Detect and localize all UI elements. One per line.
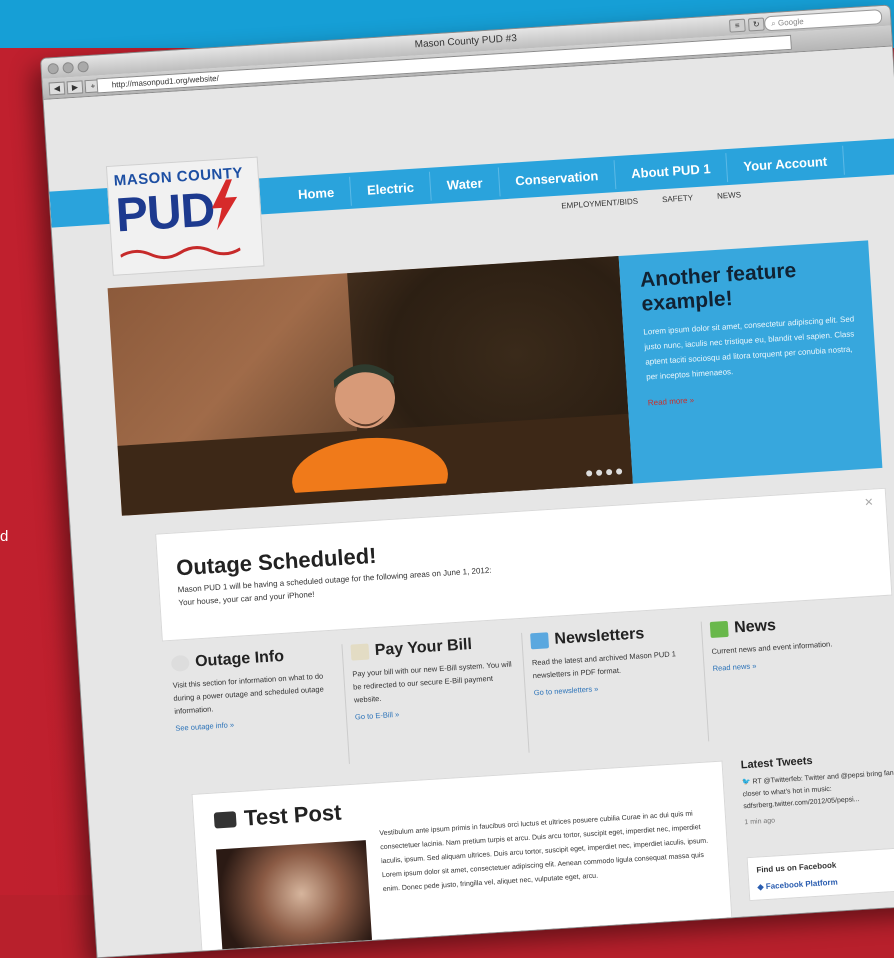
submenu-employment[interactable]: EMPLOYMENT/BIDS xyxy=(561,197,638,211)
newspaper-icon xyxy=(530,632,550,650)
logo-line2: PUD xyxy=(114,183,216,243)
pay-bill-title: Pay Your Bill xyxy=(374,636,473,660)
toolbar-icons: ≡ ↻ xyxy=(728,17,765,33)
post-body: Vestibulum ante ipsum primis in faucibus… xyxy=(379,810,709,894)
slide-dot-1[interactable] xyxy=(585,470,593,477)
worker-photo xyxy=(292,364,448,494)
feature-body: Lorem ipsum dolor sit amet, consectetur … xyxy=(643,314,855,382)
newsletters-title: Newsletters xyxy=(553,625,645,648)
menu-electric[interactable]: Electric xyxy=(350,171,432,206)
facebook-title: Find us on Facebook xyxy=(756,860,837,875)
water-wave-icon xyxy=(120,246,241,259)
web-page: MASON COUNTY PUD Home Electric Water Con… xyxy=(43,46,894,958)
nav-buttons: ◀ ▶ + xyxy=(48,79,102,96)
credit-card-icon xyxy=(350,643,370,661)
pay-bill-column: Pay Your Bill Pay your bill with our new… xyxy=(342,632,530,764)
facebook-page-name: Facebook Platform xyxy=(765,877,838,892)
site-logo[interactable]: MASON COUNTY PUD xyxy=(105,156,265,276)
hero-image xyxy=(107,256,633,516)
submenu-safety[interactable]: SAFETY xyxy=(662,193,694,204)
menu-water[interactable]: Water xyxy=(430,167,501,201)
window-controls[interactable] xyxy=(47,60,89,75)
search-placeholder: Google xyxy=(777,16,804,28)
facebook-box: Find us on Facebook ◆ Facebook Platform xyxy=(746,847,894,902)
outage-info-column: Outage Info Visit this section for infor… xyxy=(162,644,350,776)
tweet-text: RT @Twitterfeb: Twitter and @pepsi bring… xyxy=(742,769,894,811)
blog-post: Test Post Vestibulum ante ipsum primis i… xyxy=(191,760,733,958)
outage-info-title: Outage Info xyxy=(194,647,285,671)
reload-icon[interactable]: ↻ xyxy=(747,17,765,32)
slide-dot-4[interactable] xyxy=(615,468,623,475)
forward-button[interactable]: ▶ xyxy=(66,80,84,95)
lightbulb-icon xyxy=(170,654,190,672)
newsletters-link[interactable]: Go to newsletters » xyxy=(534,678,697,697)
close-icon[interactable]: ✕ xyxy=(864,496,874,510)
twitter-bird-icon: 🐦 xyxy=(741,778,753,787)
camera-icon xyxy=(213,811,237,829)
pay-bill-text: Pay your bill with our new E-Bill system… xyxy=(352,659,512,705)
outage-info-text: Visit this section for information on wh… xyxy=(172,671,325,716)
rss-icon[interactable]: ≡ xyxy=(728,18,746,33)
zoom-dot-icon[interactable] xyxy=(77,60,89,73)
outage-info-link[interactable]: See outage info » xyxy=(175,714,338,733)
slide-dot-3[interactable] xyxy=(605,468,613,476)
post-title[interactable]: Test Post xyxy=(243,800,342,832)
menu-home[interactable]: Home xyxy=(281,176,353,211)
news-link[interactable]: Read news » xyxy=(712,654,876,673)
lightning-bolt-icon xyxy=(211,179,238,231)
sidebar: Latest Tweets 🐦 RT @Twitterfeb: Twitter … xyxy=(740,749,894,929)
submenu-news[interactable]: NEWS xyxy=(717,190,742,200)
tweets-title: Latest Tweets xyxy=(740,754,813,772)
close-dot-icon[interactable] xyxy=(47,62,60,75)
window-title: Mason County PUD #3 xyxy=(414,33,518,51)
minimize-dot-icon[interactable] xyxy=(62,61,75,74)
facebook-page-link[interactable]: ◆ Facebook Platform xyxy=(757,874,894,892)
cropped-text: d xyxy=(0,528,9,545)
feature-panel: Another feature example! Lorem ipsum dol… xyxy=(618,240,883,484)
feature-title: Another feature example! xyxy=(639,258,797,316)
browser-window: Mason County PUD #3 ≡ ↻ ⌕ Google ◀ ▶ + h… xyxy=(40,4,894,958)
pay-bill-link[interactable]: Go to E-Bill » xyxy=(355,702,518,722)
news-title: News xyxy=(733,616,777,637)
slide-dot-2[interactable] xyxy=(595,469,603,476)
post-thumbnail[interactable] xyxy=(216,840,373,958)
feature-read-more-link[interactable]: Read more » xyxy=(648,384,878,408)
back-button[interactable]: ◀ xyxy=(48,81,66,96)
news-column: News Current news and event information.… xyxy=(702,610,889,741)
newsletters-column: Newsletters Read the latest and archived… xyxy=(522,621,710,753)
newsletters-text: Read the latest and archived Mason PUD 1… xyxy=(531,649,677,681)
news-icon xyxy=(709,620,729,639)
